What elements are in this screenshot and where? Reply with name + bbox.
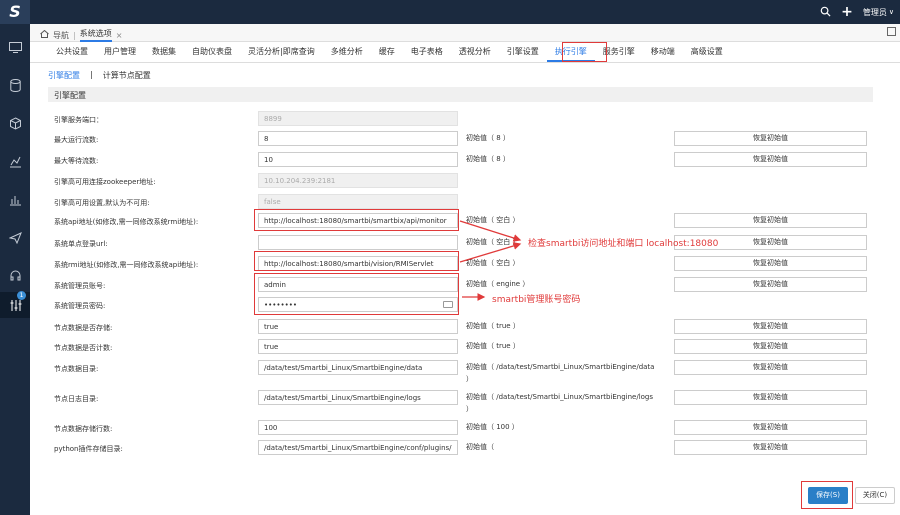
annotation-arrows [459, 220, 522, 301]
url-annotation: 检查smartbi访问地址和端口 localhost:18080 [528, 239, 719, 249]
account-annotation: smartbi管理账号密码 [492, 295, 581, 305]
close-button[interactable]: 关闭(C) [855, 487, 895, 504]
save-button[interactable]: 保存(S) [808, 487, 848, 504]
